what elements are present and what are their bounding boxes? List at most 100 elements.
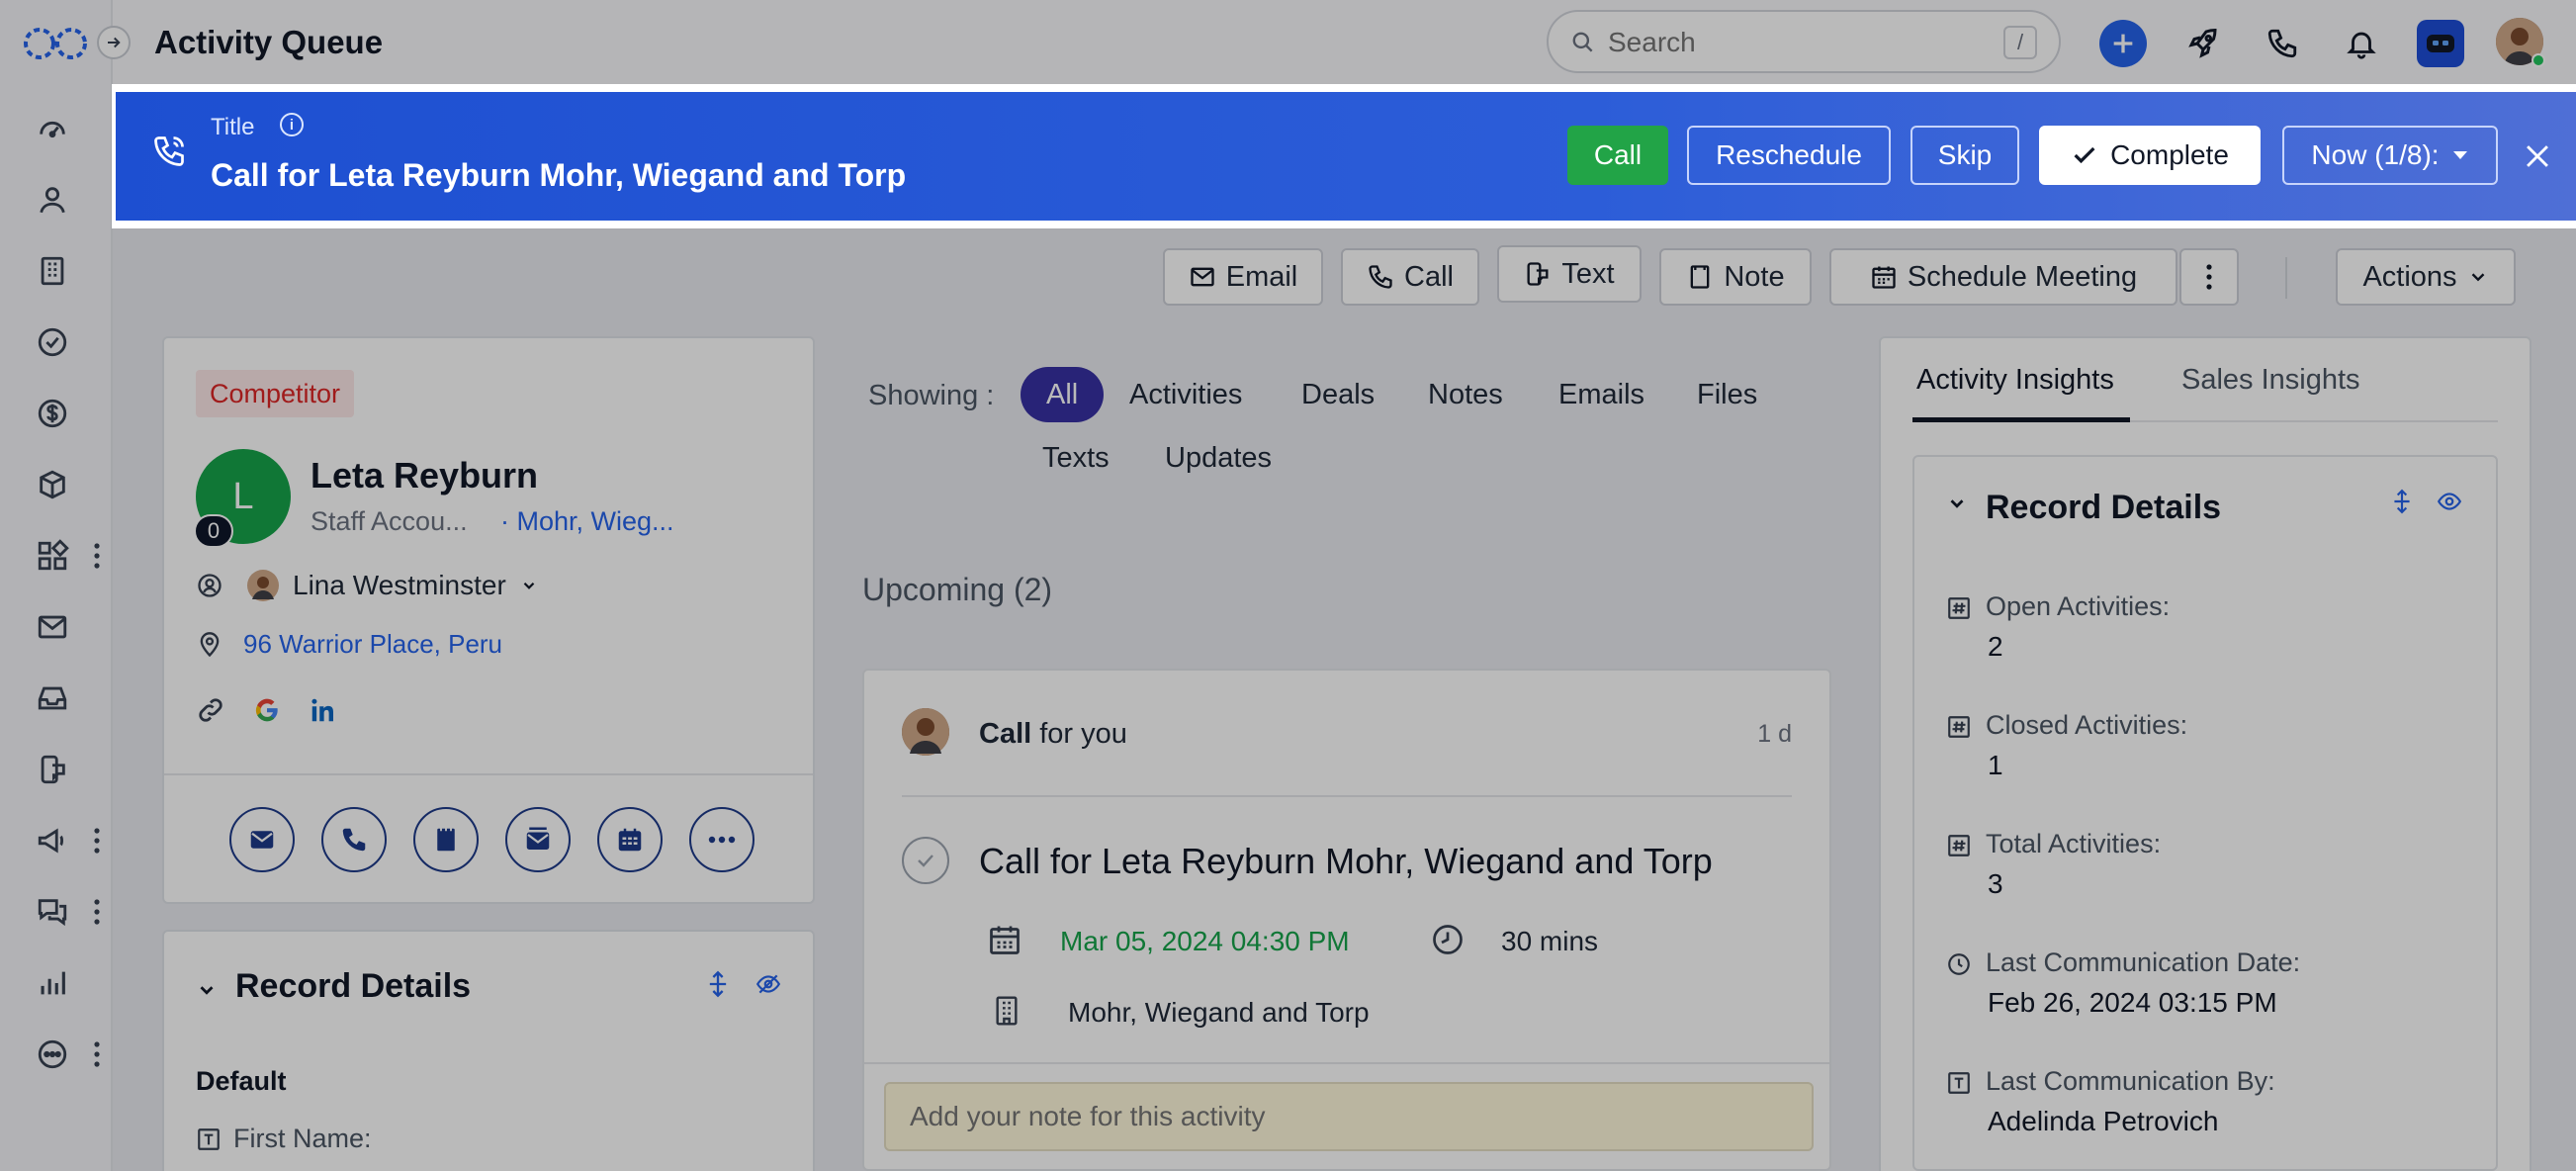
insight-label: Last Communication Date: <box>1986 947 2301 977</box>
banner-body: Title i Call for Leta Reyburn Mohr, Wieg… <box>116 92 2576 221</box>
quick-email-button[interactable] <box>229 807 295 872</box>
bell-icon[interactable] <box>2338 20 2385 67</box>
more-actions-kebab[interactable] <box>2179 248 2239 306</box>
mark-complete-checkbox[interactable] <box>902 837 949 884</box>
address-row[interactable]: 96 Warrior Place, Peru <box>196 629 502 660</box>
phone-icon[interactable] <box>2259 20 2306 67</box>
calendar-icon <box>987 922 1022 957</box>
inbox-icon[interactable] <box>33 678 72 718</box>
activity-note-field[interactable] <box>884 1082 1814 1151</box>
banner-reschedule-button[interactable]: Reschedule <box>1687 126 1891 185</box>
chevron-down-icon[interactable] <box>1946 493 1968 514</box>
filter-activities[interactable]: Activities <box>1129 367 1242 422</box>
contact-name: Leta Reyburn <box>311 455 539 495</box>
filter-all[interactable]: All <box>1021 367 1105 422</box>
add-new-button[interactable] <box>2099 20 2147 67</box>
reports-icon[interactable] <box>33 963 72 1003</box>
hide-fields-icon[interactable] <box>754 971 783 997</box>
chevron-down-icon <box>2467 266 2489 288</box>
activity-company[interactable]: Mohr, Wiegand and Torp <box>1068 997 1370 1029</box>
quick-meeting-button[interactable] <box>597 807 663 872</box>
more-apps-more-icon[interactable] <box>89 1036 105 1072</box>
search-input[interactable] <box>1608 24 1964 61</box>
banner-title-label: Title <box>211 114 255 140</box>
filter-texts[interactable]: Texts <box>1042 430 1110 486</box>
conversations-more-icon[interactable] <box>89 894 105 930</box>
card-divider <box>164 773 813 775</box>
record-details-title: Record Details <box>1986 489 2222 526</box>
email-action-button[interactable]: Email <box>1163 248 1323 306</box>
quick-more-button[interactable] <box>689 807 755 872</box>
google-search-icon[interactable] <box>251 694 283 726</box>
ai-assistant-icon[interactable] <box>2417 20 2464 67</box>
filter-deals[interactable]: Deals <box>1301 367 1375 422</box>
quick-note-button[interactable] <box>413 807 479 872</box>
campaigns-more-icon[interactable] <box>89 823 105 858</box>
contact-tag[interactable]: Competitor <box>196 370 355 417</box>
activity-type: Call <box>979 718 1032 750</box>
eye-icon[interactable] <box>2435 489 2464 514</box>
banner-skip-button[interactable]: Skip <box>1910 126 2019 185</box>
info-icon[interactable]: i <box>280 113 304 136</box>
email-icon <box>1189 263 1216 291</box>
campaigns-icon[interactable] <box>33 821 72 860</box>
insight-value: 3 <box>1988 868 2003 899</box>
checkmark-icon <box>2071 141 2098 169</box>
text-field-icon <box>1946 1070 1972 1096</box>
linkedin-icon[interactable] <box>309 695 338 725</box>
companies-icon[interactable] <box>33 251 72 291</box>
chevron-down-icon[interactable] <box>196 979 218 1001</box>
apps-more-icon[interactable] <box>89 538 105 574</box>
activity-title[interactable]: Call for Leta Reyburn Mohr, Wiegand and … <box>979 841 1713 882</box>
call-action-button[interactable]: Call <box>1341 248 1479 306</box>
record-details-card-left: Record Details Default First Name: <box>162 930 815 1171</box>
upcoming-heading: Upcoming (2) <box>862 572 1053 607</box>
quick-call-button[interactable] <box>321 807 387 872</box>
deals-icon[interactable] <box>33 394 72 433</box>
banner-call-button[interactable]: Call <box>1567 126 1668 185</box>
actions-dropdown[interactable]: Actions <box>2336 248 2516 306</box>
link-icon[interactable] <box>196 695 225 725</box>
collapse-sidebar-button[interactable] <box>97 26 131 59</box>
more-apps-icon[interactable] <box>33 1035 72 1074</box>
schedule-meeting-label: Schedule Meeting <box>1907 260 2138 293</box>
mail-icon[interactable] <box>33 607 72 647</box>
rocket-icon[interactable] <box>2179 20 2227 67</box>
expand-collapse-icon[interactable] <box>704 969 732 999</box>
banner-complete-button[interactable]: Complete <box>2039 126 2261 185</box>
activity-divider <box>902 795 1792 797</box>
banner-queue-position-dropdown[interactable]: Now (1/8): <box>2282 126 2498 185</box>
expand-collapse-icon[interactable] <box>2389 487 2415 516</box>
schedule-meeting-button[interactable]: Schedule Meeting <box>1829 248 2177 306</box>
owner-name: Lina Westminster <box>293 570 506 600</box>
check-icon <box>914 849 937 872</box>
activity-card: Call for you 1 d Call for Leta Reyburn M… <box>862 669 1831 1171</box>
app-logo[interactable] <box>22 24 89 63</box>
owner-selector[interactable]: Lina Westminster <box>196 570 538 601</box>
filter-emails[interactable]: Emails <box>1558 367 1644 422</box>
tab-activity-insights[interactable]: Activity Insights <box>1916 364 2114 397</box>
dashboard-icon[interactable] <box>33 109 72 148</box>
apps-icon[interactable] <box>33 536 72 576</box>
filter-updates[interactable]: Updates <box>1165 430 1272 486</box>
social-links <box>196 694 338 726</box>
owner-avatar <box>247 570 279 601</box>
activity-note-input[interactable] <box>886 1084 1812 1149</box>
owner-icon <box>196 572 223 599</box>
email-filled-icon <box>247 825 277 855</box>
filter-files[interactable]: Files <box>1697 367 1757 422</box>
note-action-button[interactable]: Note <box>1659 248 1812 306</box>
contact-company-link[interactable]: · Mohr, Wieg... <box>500 506 674 537</box>
tab-sales-insights[interactable]: Sales Insights <box>2181 364 2360 397</box>
filter-notes[interactable]: Notes <box>1428 367 1503 422</box>
conversations-icon[interactable] <box>33 892 72 932</box>
text-action-button[interactable]: Text <box>1497 245 1642 303</box>
complete-label: Complete <box>2110 139 2229 170</box>
sms-icon[interactable] <box>33 750 72 789</box>
banner-close-icon[interactable] <box>2521 139 2554 173</box>
tasks-icon[interactable] <box>33 322 72 362</box>
products-icon[interactable] <box>33 465 72 504</box>
quick-campaign-email-button[interactable] <box>505 807 571 872</box>
search-box[interactable]: / <box>1547 10 2061 73</box>
contacts-icon[interactable] <box>33 180 72 220</box>
